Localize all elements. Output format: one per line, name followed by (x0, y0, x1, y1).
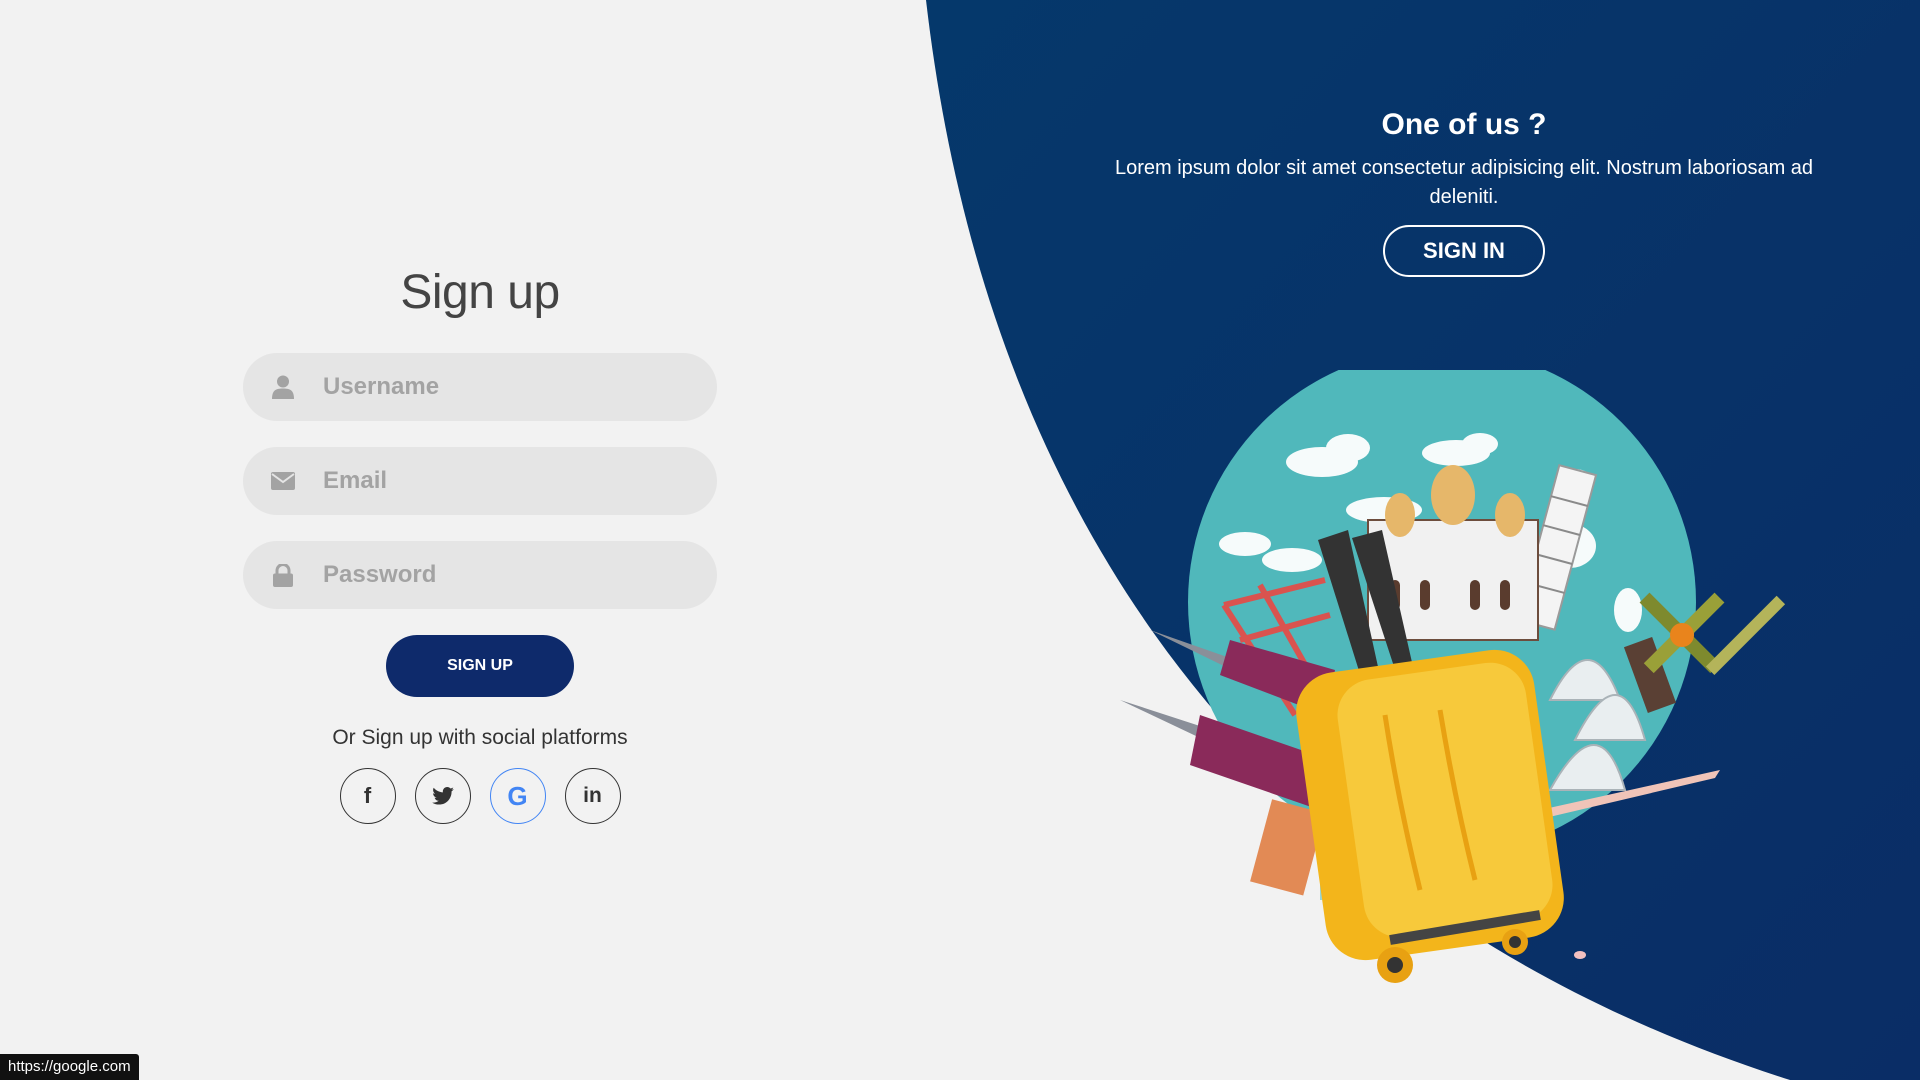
google-button[interactable]: G (489, 768, 546, 824)
twitter-button[interactable] (414, 768, 471, 824)
social-media-row: f G in (339, 768, 621, 824)
travel-suitcase-globe-illustration (1120, 370, 1786, 983)
linkedin-button[interactable]: in (564, 768, 621, 824)
envelope-icon (264, 472, 302, 490)
facebook-button[interactable]: f (339, 768, 396, 824)
username-field[interactable] (243, 353, 717, 421)
user-icon (264, 375, 302, 399)
twitter-icon (431, 787, 454, 805)
username-input[interactable] (321, 372, 717, 402)
facebook-icon: f (363, 783, 372, 808)
lock-icon (264, 563, 302, 587)
info-title: One of us ? (1381, 108, 1547, 141)
email-input[interactable] (321, 466, 717, 496)
status-bar-url: https://google.com (0, 1054, 139, 1080)
password-field[interactable] (243, 541, 717, 609)
email-field[interactable] (243, 447, 717, 515)
social-text: Or Sign up with social platforms (332, 726, 628, 749)
password-input[interactable] (321, 560, 717, 590)
info-text: Lorem ipsum dolor sit amet consectetur a… (1114, 157, 1814, 208)
google-icon: G (507, 780, 528, 811)
signin-button[interactable]: SIGN IN (1383, 225, 1545, 277)
signup-title: Sign up (400, 266, 560, 319)
info-panel: One of us ? Lorem ipsum dolor sit amet c… (1114, 104, 1814, 277)
signup-form: Sign up SIGN UP Or Sign up with social p… (243, 260, 717, 824)
linkedin-icon: in (583, 784, 602, 807)
signup-button[interactable]: SIGN UP (386, 635, 574, 697)
